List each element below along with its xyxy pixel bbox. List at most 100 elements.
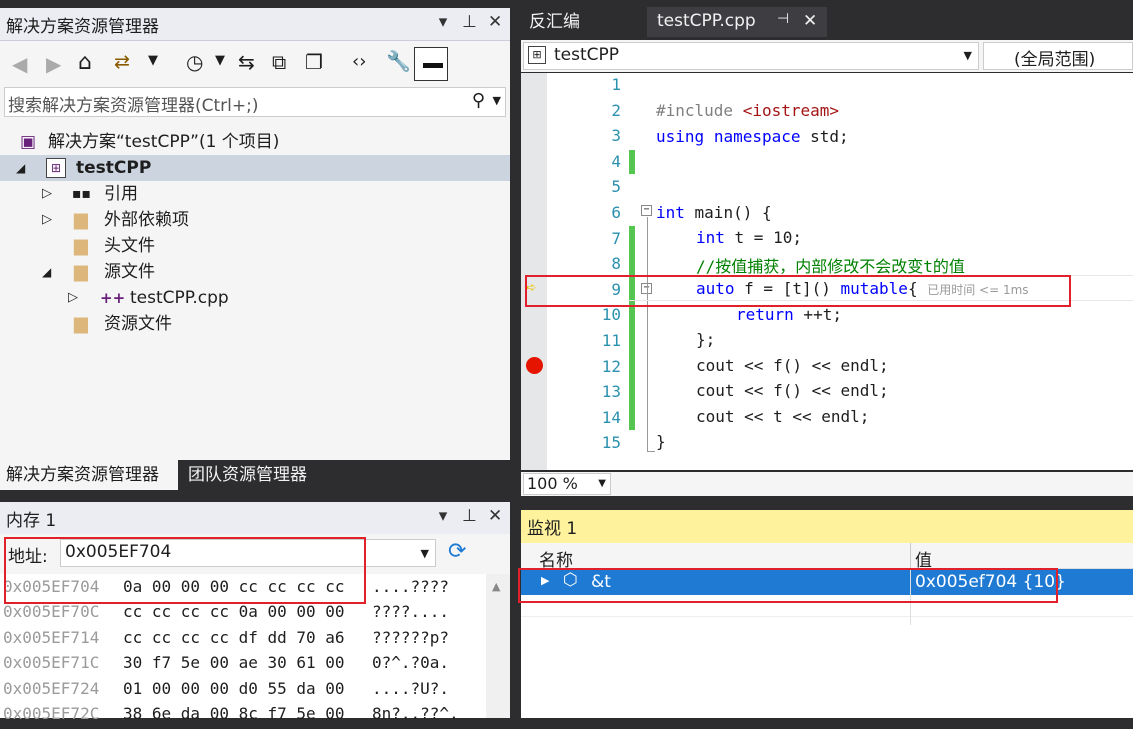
- memory-row[interactable]: 0x005EF70C cc cc cc cc 0a 00 00 00????...…: [0, 602, 486, 627]
- cpp-project-icon: ⊞: [46, 158, 66, 178]
- tree-item-external-deps[interactable]: ▷ ▆ 外部依赖项: [0, 207, 510, 233]
- memory-panel: 内存 1 ▾ ⊥ ✕ 地址: 0x005EF704 ▼ ⟳ 0x005EF704…: [0, 502, 510, 723]
- tab-solution-explorer[interactable]: 解决方案资源管理器: [0, 460, 178, 490]
- pending-changes-icon[interactable]: ◷: [186, 50, 203, 74]
- line-number: 6: [611, 203, 621, 222]
- tree-item-project[interactable]: ◢ ⊞ testCPP: [0, 155, 510, 181]
- search-box[interactable]: 搜索解决方案资源管理器(Ctrl+;) ⚲ ▼: [4, 87, 506, 117]
- dropdown-icon[interactable]: ▾: [436, 12, 450, 32]
- tree-item-label: 解决方案“testCPP”(1 个项目): [48, 132, 280, 152]
- chevron-down-icon[interactable]: ▼: [493, 94, 501, 107]
- memory-row[interactable]: 0x005EF714 cc cc cc cc df dd 70 a6 ??????p…: [0, 628, 486, 653]
- code-line: cout << t << endl;: [696, 407, 870, 426]
- tree-item-label: 引用: [104, 184, 138, 204]
- memory-ascii[interactable]: ....?U?.: [372, 679, 449, 698]
- chevron-down-icon[interactable]: ▼: [421, 547, 429, 560]
- memory-bytes[interactable]: cc cc cc cc df dd 70 a6: [123, 628, 345, 647]
- collapse-icon[interactable]: ◢: [42, 259, 51, 285]
- memory-address: 0x005EF71C: [3, 653, 100, 673]
- collapse-all-icon[interactable]: ⧉: [272, 50, 286, 74]
- tab-disassembly[interactable]: 反汇编: [521, 7, 645, 37]
- tree-item-solution[interactable]: ▣ 解决方案“testCPP”(1 个项目): [0, 129, 510, 155]
- zoom-dropdown[interactable]: 100 % ▼: [523, 473, 611, 495]
- project-dropdown[interactable]: ⊞ testCPP ▼: [523, 42, 979, 70]
- dropdown-icon[interactable]: ▾: [436, 506, 450, 526]
- memory-address: 0x005EF70C: [3, 602, 100, 622]
- scope-dropdown[interactable]: (全局范围): [983, 42, 1133, 70]
- pin-icon[interactable]: ⊥: [462, 506, 477, 526]
- line-number: 13: [601, 382, 621, 402]
- memory-ascii[interactable]: 0?^.?0a.: [372, 653, 449, 672]
- close-icon[interactable]: ✕: [488, 506, 502, 526]
- memory-ascii[interactable]: ????....: [372, 602, 449, 621]
- memory-ascii[interactable]: ??????p?: [372, 628, 449, 647]
- close-icon[interactable]: ✕: [803, 11, 817, 31]
- code-line: cout << f() << endl;: [696, 381, 889, 400]
- memory-address: 0x005EF724: [3, 678, 100, 698]
- memory-address: 0x005EF714: [3, 627, 100, 647]
- editor-status-bar: 100 % ▼: [521, 472, 1133, 496]
- memory-bytes[interactable]: 30 f7 5e 00 ae 30 61 00: [123, 653, 345, 672]
- memory-bytes[interactable]: 38 6e da 00 8c f7 5e 00: [123, 704, 345, 723]
- preview-icon[interactable]: [414, 47, 448, 81]
- properties-icon[interactable]: 🔧: [386, 49, 411, 73]
- forward-icon[interactable]: ▶: [46, 52, 61, 76]
- code-line: cout << f() << endl;: [696, 356, 889, 375]
- memory-scrollbar[interactable]: ▲: [486, 574, 510, 718]
- search-icon[interactable]: ⚲: [472, 90, 485, 111]
- memory-row[interactable]: 0x005EF724 01 00 00 00 d0 55 da 00 ....?U?…: [0, 679, 486, 704]
- sync-with-document-icon[interactable]: ⇆: [238, 50, 255, 74]
- refresh-icon[interactable]: ⟳: [448, 539, 466, 564]
- highlight-box: [518, 568, 1058, 603]
- folder-icon: ▆: [74, 209, 88, 230]
- memory-ascii[interactable]: ....????: [372, 577, 449, 596]
- chevron-down-icon[interactable]: ▼: [215, 53, 225, 68]
- copy-icon[interactable]: ❐: [305, 50, 323, 74]
- tree-item-resource-files[interactable]: ▆ 资源文件: [0, 311, 510, 337]
- panel-title: 内存 1: [6, 511, 57, 531]
- memory-row[interactable]: 0x005EF71C 30 f7 5e 00 ae 30 61 00 0?^.?0a…: [0, 653, 486, 678]
- sync-icon[interactable]: ⇄: [114, 51, 130, 73]
- solution-toolbar: ◀ ▶ ⌂ ⇄ ▼ ◷ ▼ ⇆ ⧉ ❐ ‹› 🔧: [0, 41, 510, 87]
- memory-ascii[interactable]: 8n?..??^.: [372, 704, 459, 723]
- tree-item-testcpp-file[interactable]: ▷ ++ testCPP.cpp: [0, 285, 510, 311]
- tree-item-source-files[interactable]: ◢ ▆ 源文件: [0, 259, 510, 285]
- tab-label: testCPP.cpp: [657, 11, 756, 31]
- breakpoint-icon[interactable]: [526, 357, 543, 374]
- close-icon[interactable]: ✕: [488, 12, 502, 32]
- chevron-down-icon[interactable]: ▼: [148, 53, 158, 68]
- pin-icon[interactable]: ⊣: [777, 11, 789, 27]
- home-icon[interactable]: ⌂: [78, 50, 92, 75]
- cpp-project-icon: ⊞: [528, 46, 546, 64]
- expand-icon[interactable]: ▷: [68, 285, 78, 311]
- memory-bytes[interactable]: 01 00 00 00 d0 55 da 00: [123, 679, 345, 698]
- expand-icon[interactable]: ▷: [42, 207, 52, 233]
- memory-row[interactable]: 0x005EF72C 38 6e da 00 8c f7 5e 00 8n?..??…: [0, 704, 486, 729]
- tree-item-header-files[interactable]: ▆ 头文件: [0, 233, 510, 259]
- chevron-down-icon[interactable]: ▼: [964, 49, 972, 62]
- line-number: 2: [611, 100, 621, 120]
- line-number: 4: [611, 151, 621, 171]
- back-icon[interactable]: ◀: [12, 52, 27, 76]
- search-input[interactable]: 搜索解决方案资源管理器(Ctrl+;): [8, 91, 258, 116]
- tab-testcpp[interactable]: testCPP.cpp ⊣ ✕: [647, 7, 827, 37]
- tree-item-label: testCPP.cpp: [130, 288, 229, 308]
- tab-team-explorer[interactable]: 团队资源管理器: [180, 460, 328, 490]
- collapse-outline-icon[interactable]: −: [641, 205, 652, 216]
- panel-title: 监视 1: [527, 519, 578, 539]
- references-icon: ▪▪: [72, 186, 91, 202]
- indicator-margin[interactable]: [521, 73, 547, 470]
- scroll-up-icon[interactable]: ▲: [492, 580, 500, 593]
- code-line: };: [696, 330, 716, 349]
- chevron-down-icon[interactable]: ▼: [598, 478, 606, 489]
- expand-icon[interactable]: ▷: [42, 181, 52, 207]
- tree-item-references[interactable]: ▷ ▪▪ 引用: [0, 181, 510, 207]
- solution-tree: ▣ 解决方案“testCPP”(1 个项目) ◢ ⊞ testCPP ▷ ▪▪ …: [0, 117, 510, 447]
- code-editor[interactable]: 123456789101112131415 − − ➪ #include <io…: [521, 73, 1133, 470]
- memory-titlebar: 内存 1 ▾ ⊥ ✕: [0, 502, 510, 534]
- pin-icon[interactable]: ⊥: [462, 12, 477, 32]
- memory-bytes[interactable]: cc cc cc cc 0a 00 00 00: [123, 602, 345, 621]
- collapse-icon[interactable]: ◢: [16, 155, 25, 181]
- line-number: 8: [611, 254, 621, 274]
- view-code-icon[interactable]: ‹›: [352, 51, 366, 72]
